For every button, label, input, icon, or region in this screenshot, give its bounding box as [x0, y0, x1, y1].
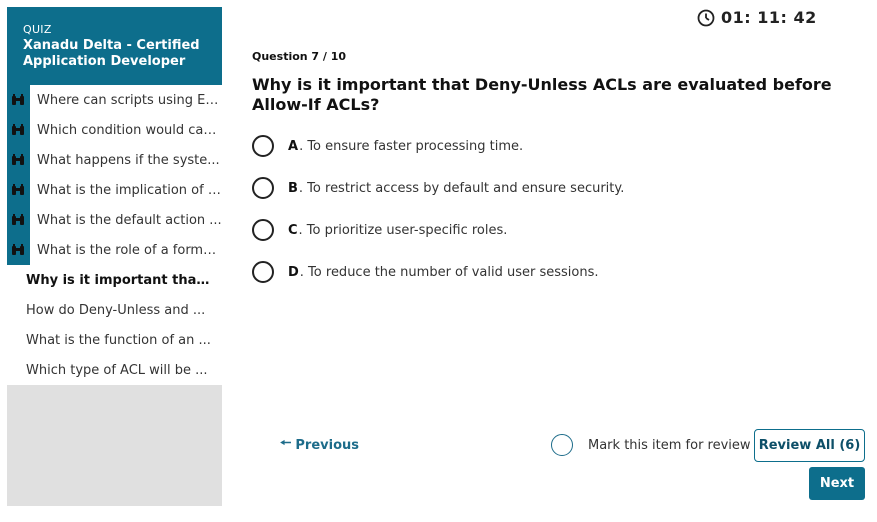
option-text: . To ensure faster processing time. [299, 138, 524, 154]
binoculars-icon [12, 214, 24, 225]
sidebar-item-q9[interactable]: What is the function of an ... [7, 325, 222, 355]
countdown-timer: 01: 11: 42 [697, 8, 817, 27]
binoculars-icon [12, 154, 24, 165]
question-counter: Question 7 / 10 [252, 50, 347, 63]
radio-button[interactable] [252, 135, 274, 157]
mark-for-review[interactable]: Mark this item for review [551, 434, 751, 456]
sidebar-item-q7[interactable]: Why is it important that D... [7, 265, 222, 295]
mark-review-toggle[interactable] [551, 434, 573, 456]
option-a[interactable]: A. To ensure faster processing time. [252, 135, 523, 157]
quiz-header: QUIZ Xanadu Delta - Certified Applicatio… [7, 7, 222, 85]
next-button[interactable]: Next [809, 467, 865, 500]
timer-text: 01: 11: 42 [721, 8, 817, 27]
quiz-title: Xanadu Delta - Certified Application Dev… [23, 38, 200, 69]
sidebar-item-label: What is the function of an ... [26, 332, 211, 348]
binoculars-icon [12, 124, 24, 135]
option-letter: C [288, 222, 298, 238]
option-d[interactable]: D. To reduce the number of valid user se… [252, 261, 599, 283]
sidebar-item-label: What is the default action ... [37, 212, 222, 228]
sidebar-item-q4[interactable]: What is the implication of E... [7, 175, 222, 205]
option-text: . To reduce the number of valid user ses… [299, 264, 599, 280]
question-text: Why is it important that Deny-Unless ACL… [252, 75, 832, 114]
radio-button[interactable] [252, 177, 274, 199]
option-b[interactable]: B. To restrict access by default and ens… [252, 177, 624, 199]
sidebar-item-label: Which condition would cau... [37, 122, 222, 138]
mark-review-label: Mark this item for review [588, 437, 751, 453]
sidebar-item-label: How do Deny-Unless and ... [26, 302, 206, 318]
binoculars-icon [12, 244, 24, 255]
radio-button[interactable] [252, 219, 274, 241]
sidebar-item-q3[interactable]: What happens if the syste... [7, 145, 222, 175]
option-text: . To restrict access by default and ensu… [298, 180, 625, 196]
sidebar-item-q6[interactable]: What is the role of a format... [7, 235, 222, 265]
sidebar-item-label: Which type of ACL will be ... [26, 362, 208, 378]
sidebar-item-q5[interactable]: What is the default action ... [7, 205, 222, 235]
option-letter: A [288, 138, 299, 154]
sidebar-item-label: What is the implication of E... [37, 182, 222, 198]
review-all-button[interactable]: Review All (6) [754, 429, 865, 462]
previous-label: Previous [295, 437, 360, 453]
option-text: . To prioritize user-specific roles. [298, 222, 508, 238]
sidebar-item-label: What is the role of a format... [37, 242, 222, 258]
question-sidebar: QUIZ Xanadu Delta - Certified Applicatio… [7, 7, 222, 506]
quiz-kicker: QUIZ [23, 23, 52, 36]
arrow-left-icon: 🠔 [280, 436, 292, 451]
sidebar-item-label: What happens if the syste... [37, 152, 220, 168]
previous-button[interactable]: 🠔 Previous [280, 434, 359, 456]
binoculars-icon [12, 94, 24, 105]
sidebar-item-label: Where can scripts using EC... [37, 92, 222, 108]
sidebar-item-q2[interactable]: Which condition would cau... [7, 115, 222, 145]
option-letter: B [288, 180, 298, 196]
binoculars-icon [12, 184, 24, 195]
sidebar-item-label: Why is it important that D... [26, 272, 211, 288]
sidebar-item-q10[interactable]: Which type of ACL will be ... [7, 355, 222, 385]
question-list: Where can scripts using EC... Which cond… [7, 85, 222, 385]
clock-icon [697, 9, 715, 26]
sidebar-item-q8[interactable]: How do Deny-Unless and ... [7, 295, 222, 325]
option-c[interactable]: C. To prioritize user-specific roles. [252, 219, 507, 241]
sidebar-item-q1[interactable]: Where can scripts using EC... [7, 85, 222, 115]
radio-button[interactable] [252, 261, 274, 283]
option-letter: D [288, 264, 299, 280]
